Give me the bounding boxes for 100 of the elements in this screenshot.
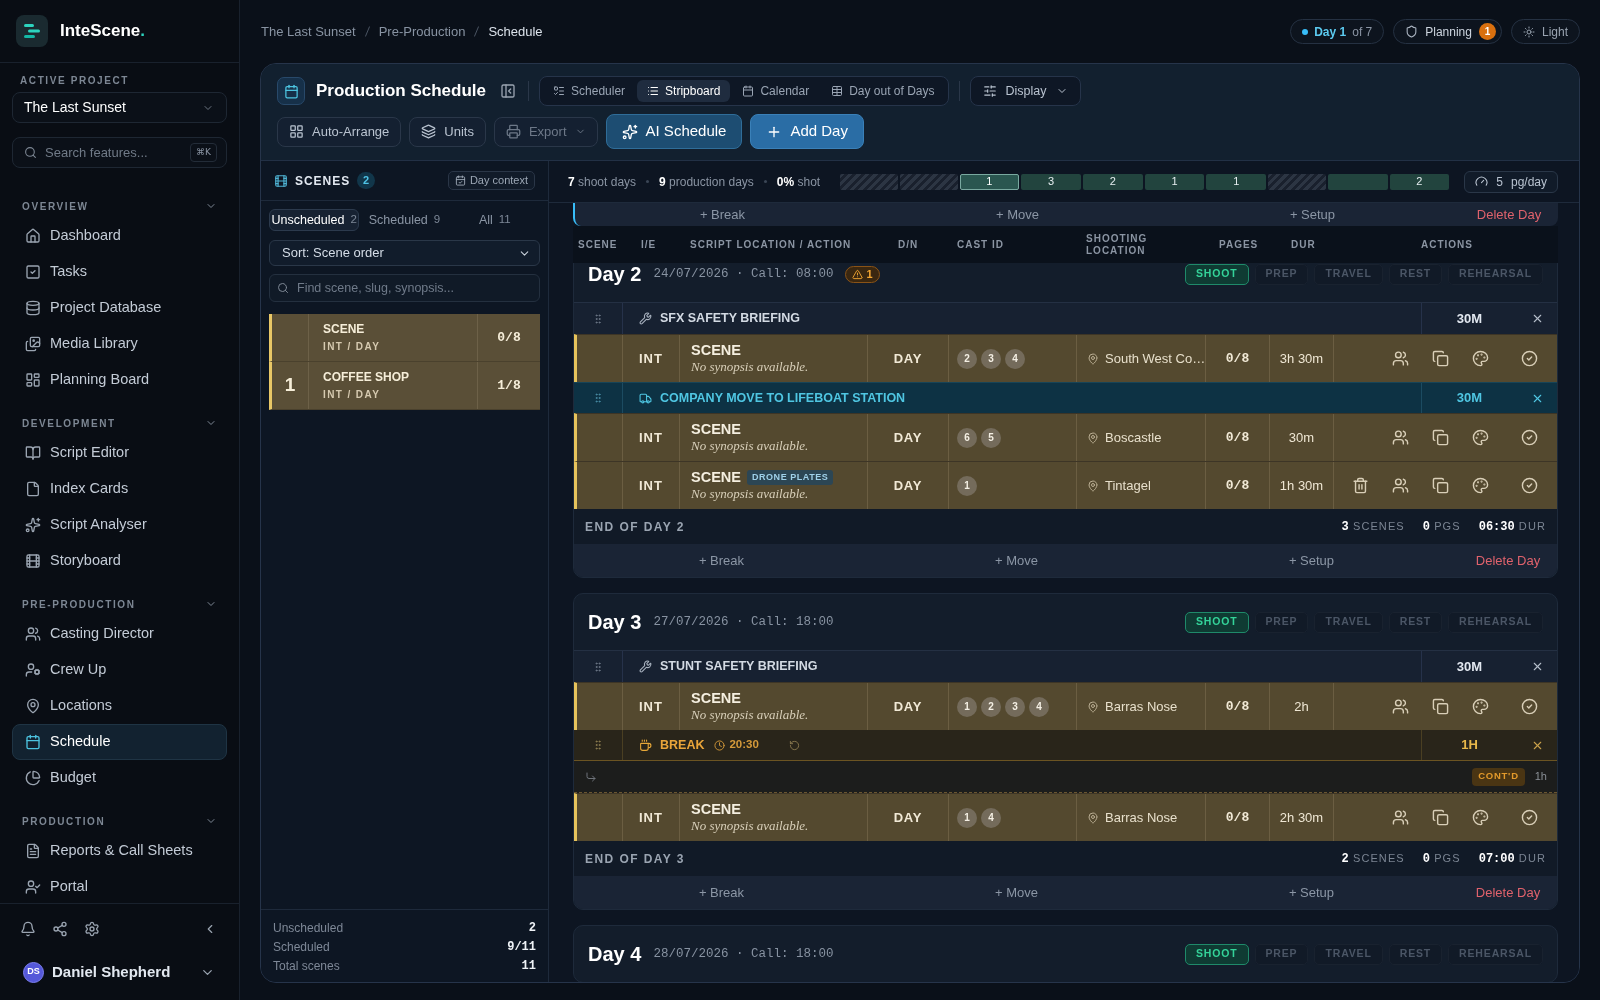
nav-item[interactable]: Crew Up	[12, 652, 227, 688]
nav-item[interactable]: Project Database	[12, 290, 227, 326]
scene-strip[interactable]: INT SCENE No synopsis available. DAY 1 2 3 4 Barras Nose 0/8 2h	[574, 682, 1557, 730]
toolbar-button[interactable]: Add Day	[750, 114, 864, 149]
copy-icon[interactable]	[1432, 477, 1449, 494]
pace-button[interactable]: 5 pg/day	[1464, 170, 1558, 193]
share-icon[interactable]	[52, 921, 68, 937]
add-item-button[interactable]: + Break	[698, 550, 745, 571]
day-type-chip[interactable]: SHOOT	[1184, 943, 1249, 965]
nav-item[interactable]: Locations	[12, 688, 227, 724]
break-strip[interactable]: BREAK 20:30 1H	[574, 730, 1557, 761]
scene-strip[interactable]: INT SCENE DRONE PLATES No synopsis available. DAY 1 Tintagel 0/8 1h 30m	[574, 461, 1557, 509]
briefing-strip[interactable]: STUNT SAFETY BRIEFING 30M	[574, 650, 1557, 682]
delete-day-button[interactable]: Delete Day	[1476, 204, 1542, 225]
add-item-button[interactable]: + Break	[698, 882, 745, 903]
scene-strip[interactable]: INT SCENE No synopsis available. DAY 2 3 4 South West Co… 0/8 3h 30m	[574, 334, 1557, 382]
add-item-button[interactable]: + Setup	[1289, 204, 1336, 225]
palette-icon[interactable]	[1472, 350, 1489, 367]
nav-item[interactable]: Portal	[12, 869, 227, 903]
display-menu-button[interactable]: Display	[969, 76, 1081, 106]
toolbar-button[interactable]: Auto-Arrange	[277, 116, 402, 147]
user-menu-button[interactable]: DS Daniel Shepherd	[0, 954, 239, 990]
timeline-day[interactable]: 3	[1021, 173, 1081, 190]
delete-day-button[interactable]: Delete Day	[1475, 550, 1541, 571]
day-context-button[interactable]: Day context	[447, 171, 535, 190]
nav-item[interactable]: Script Editor	[12, 435, 227, 471]
planning-button[interactable]: Planning 1	[1393, 19, 1502, 44]
nav-item[interactable]: Casting Director	[12, 616, 227, 652]
bell-icon[interactable]	[20, 921, 36, 937]
add-item-button[interactable]: + Setup	[1288, 882, 1335, 903]
section-header[interactable]: DEVELOPMENT	[12, 411, 227, 435]
settings-icon[interactable]	[84, 921, 100, 937]
scene-strip[interactable]: SCENE INT / DAY 0/8	[269, 314, 540, 362]
copy-icon[interactable]	[1432, 809, 1449, 826]
palette-icon[interactable]	[1472, 477, 1489, 494]
section-header[interactable]: PRE-PRODUCTION	[12, 592, 227, 616]
day-type-chip[interactable]: SHOOT	[1184, 611, 1249, 633]
timeline-day[interactable]: 2	[1389, 173, 1450, 190]
counterclockwise-arrow-icon[interactable]	[788, 739, 800, 751]
breadcrumb-link[interactable]: Schedule	[488, 21, 543, 42]
breadcrumb-link[interactable]: Pre-Production	[378, 21, 466, 42]
panel-left-icon[interactable]	[500, 83, 517, 99]
palette-icon[interactable]	[1472, 809, 1489, 826]
breadcrumb-link[interactable]: The Last Sunset	[261, 21, 356, 42]
day-type-chip[interactable]: SHOOT	[1184, 263, 1249, 285]
view-tab[interactable]: Day out of Days	[821, 80, 945, 102]
nav-item[interactable]: Planning Board	[12, 362, 227, 398]
nav-item[interactable]: Budget	[12, 760, 227, 796]
check-circle-icon[interactable]	[1521, 350, 1538, 367]
users-icon[interactable]	[1392, 698, 1409, 715]
add-item-button[interactable]: + Move	[996, 204, 1039, 225]
view-tab[interactable]: Scheduler	[543, 80, 636, 102]
filter-tab[interactable]: All 11	[449, 209, 540, 231]
drag-handle-icon[interactable]	[592, 392, 604, 404]
nav-item[interactable]: Schedule	[12, 724, 227, 760]
nav-item[interactable]: Storyboard	[12, 543, 227, 579]
scene-strip[interactable]: INT SCENE No synopsis available. DAY 6 5 Boscastle 0/8 30m	[574, 413, 1557, 461]
palette-icon[interactable]	[1472, 698, 1489, 715]
section-header[interactable]: OVERVIEW	[12, 194, 227, 218]
add-item-button[interactable]: + Move	[995, 882, 1038, 903]
add-item-button[interactable]: + Break	[699, 204, 746, 225]
company-move-strip[interactable]: COMPANY MOVE TO LIFEBOAT STATION 30M	[574, 382, 1557, 413]
scene-search-field[interactable]: Find scene, slug, synopsis...	[269, 274, 540, 302]
delete-day-button[interactable]: Delete Day	[1475, 882, 1541, 903]
drag-handle-icon[interactable]	[592, 660, 604, 673]
nav-item[interactable]: Index Cards	[12, 471, 227, 507]
add-item-button[interactable]: + Move	[995, 550, 1038, 571]
nav-item[interactable]: Reports & Call Sheets	[12, 833, 227, 869]
nav-item[interactable]: Media Library	[12, 326, 227, 362]
add-item-button[interactable]: + Setup	[1288, 550, 1335, 571]
nav-item[interactable]: Script Analyser	[12, 507, 227, 543]
toolbar-button[interactable]: Units	[409, 116, 486, 147]
users-icon[interactable]	[1392, 350, 1409, 367]
users-icon[interactable]	[1392, 809, 1409, 826]
check-circle-icon[interactable]	[1521, 429, 1538, 446]
view-tab[interactable]: Calendar	[732, 80, 820, 102]
palette-icon[interactable]	[1472, 429, 1489, 446]
project-select[interactable]: The Last Sunset	[12, 92, 227, 123]
filter-tab[interactable]: Unscheduled 2	[269, 209, 360, 231]
drag-handle-icon[interactable]	[592, 312, 604, 325]
nav-item[interactable]: Tasks	[12, 254, 227, 290]
toolbar-button[interactable]: AI Schedule	[605, 114, 743, 149]
check-circle-icon[interactable]	[1521, 809, 1538, 826]
theme-toggle-button[interactable]: Light	[1510, 19, 1580, 44]
scene-strip[interactable]: 1 COFFEE SHOP INT / DAY 1/8	[269, 362, 540, 410]
timeline-day[interactable]: 1	[959, 173, 1020, 190]
briefing-strip[interactable]: SFX SAFETY BRIEFING 30M	[574, 302, 1557, 334]
view-tab[interactable]: Stripboard	[637, 80, 731, 102]
section-header[interactable]: PRODUCTION	[12, 809, 227, 833]
timeline-day[interactable]: 2	[1083, 173, 1143, 190]
sort-select[interactable]: Sort: Scene order	[269, 240, 540, 266]
timeline-day[interactable]: 1	[1144, 173, 1205, 190]
scene-strip[interactable]: INT SCENE No synopsis available. DAY 1 4 Barras Nose 0/8 2h 30m	[574, 793, 1557, 841]
nav-item[interactable]: Dashboard	[12, 218, 227, 254]
check-circle-icon[interactable]	[1521, 698, 1538, 715]
drag-handle-icon[interactable]	[592, 739, 604, 751]
users-icon[interactable]	[1392, 477, 1409, 494]
check-circle-icon[interactable]	[1521, 477, 1538, 494]
timeline-day[interactable]: 1	[1206, 173, 1267, 190]
day-picker-button[interactable]: Day 1 of 7	[1290, 19, 1385, 44]
